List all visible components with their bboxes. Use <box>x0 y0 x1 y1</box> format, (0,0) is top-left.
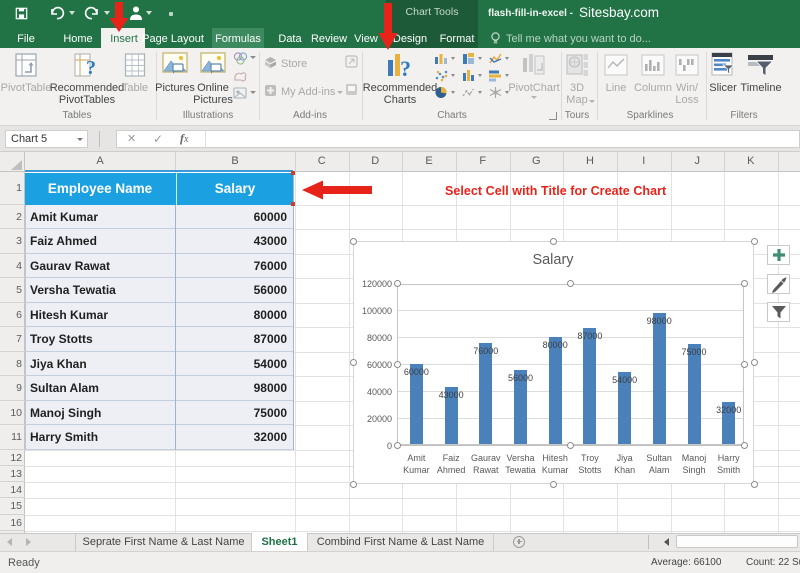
svg-text:?: ? <box>86 57 96 78</box>
svg-text:?: ? <box>400 56 411 80</box>
